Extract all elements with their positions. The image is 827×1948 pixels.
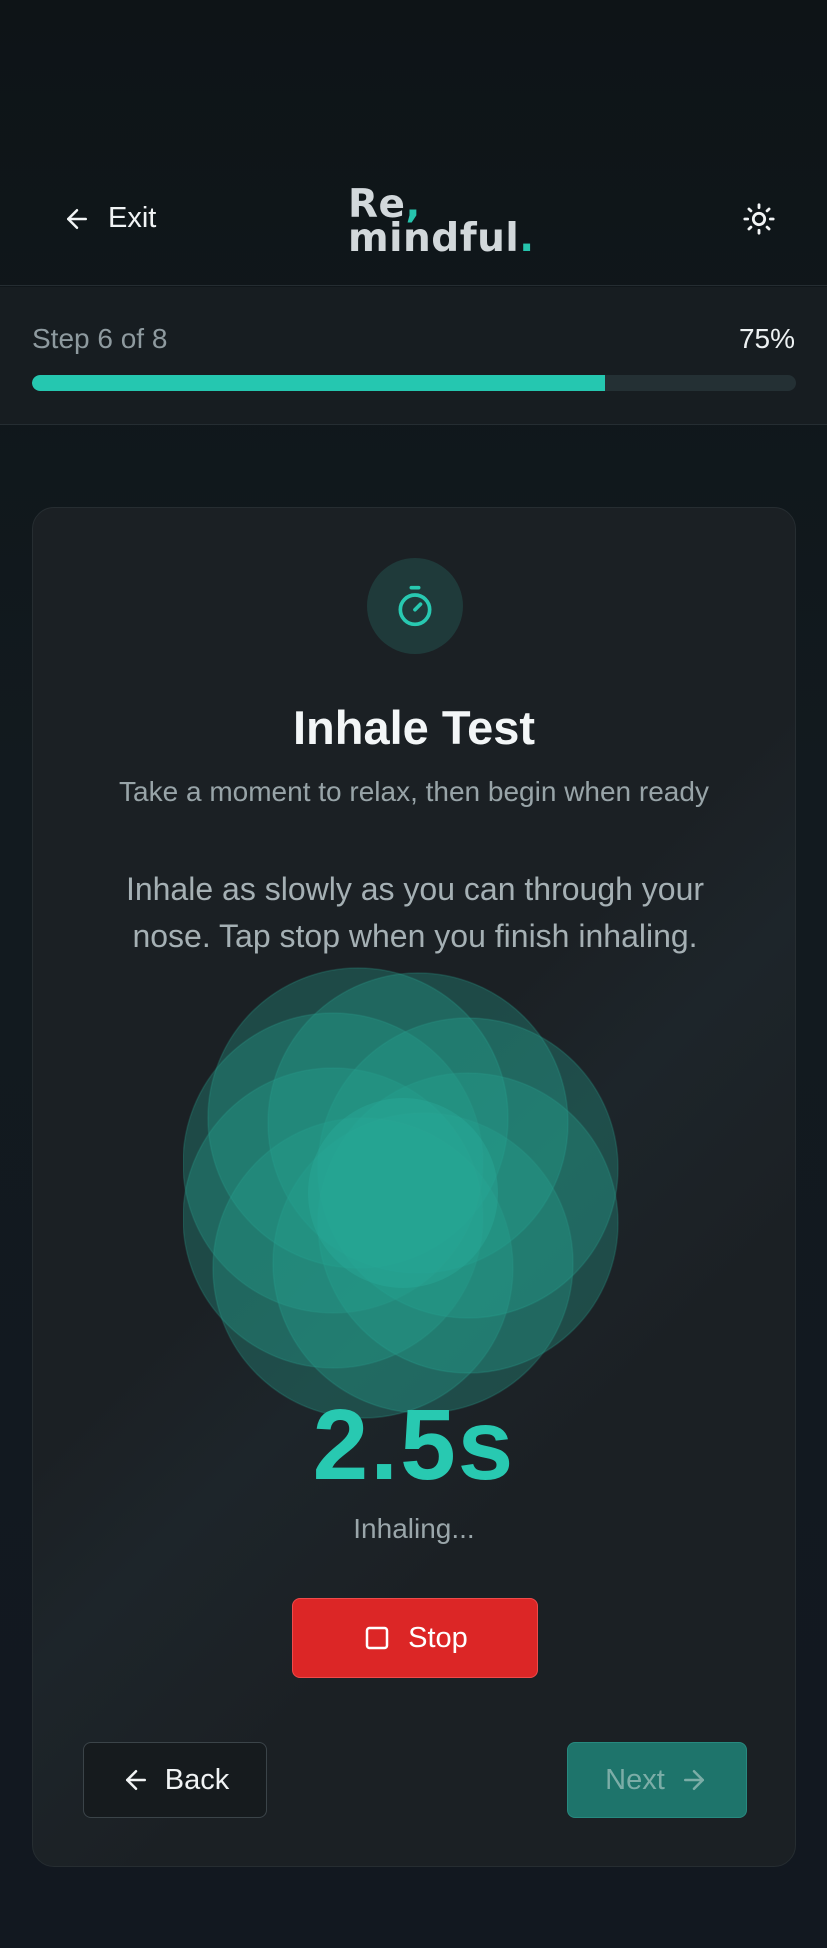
breathing-animation	[183, 967, 619, 1419]
arrow-left-icon	[125, 1770, 146, 1790]
card-subtitle: Take a moment to relax, then begin when …	[119, 776, 709, 807]
card-title: Inhale Test	[292, 701, 536, 754]
arrow-right-icon	[683, 1770, 704, 1790]
progress-section: Step 6 of 8 75%	[0, 287, 827, 425]
next-label: Next	[605, 1763, 665, 1796]
timer-badge	[367, 558, 463, 654]
timer-icon	[398, 585, 432, 627]
logo: Re, mindful.	[348, 185, 535, 264]
progress-bar-fill	[32, 375, 605, 391]
stop-button[interactable]: Stop	[292, 1598, 538, 1678]
back-label: Back	[164, 1763, 230, 1796]
next-button[interactable]: Next	[567, 1742, 747, 1818]
breath-core	[308, 1098, 498, 1288]
page: Exit Re, mindful. Step 6 of 8 75% Inhale	[0, 0, 827, 1948]
arrow-left-icon	[67, 208, 87, 229]
exit-label: Exit	[108, 202, 157, 234]
elapsed-time: 2.5s	[312, 1389, 516, 1501]
exit-button[interactable]: Exit	[62, 202, 156, 235]
back-button[interactable]: Back	[83, 1742, 267, 1818]
instructions-text: Inhale as slowly as you can through your…	[125, 871, 705, 954]
step-label: Step 6 of 8	[32, 323, 168, 354]
theme-toggle-button[interactable]	[742, 202, 776, 236]
progress-percent: 75%	[738, 323, 795, 354]
logo-line-2: mindful.	[348, 216, 535, 261]
test-card: Inhale Test Take a moment to relax, then…	[32, 507, 796, 1867]
sun-icon	[743, 203, 775, 235]
stop-label: Stop	[408, 1621, 468, 1654]
breath-status: Inhaling...	[353, 1513, 475, 1544]
progress-bar	[32, 375, 796, 391]
app-header: Exit Re, mindful.	[0, 150, 827, 286]
square-icon	[365, 1626, 389, 1650]
